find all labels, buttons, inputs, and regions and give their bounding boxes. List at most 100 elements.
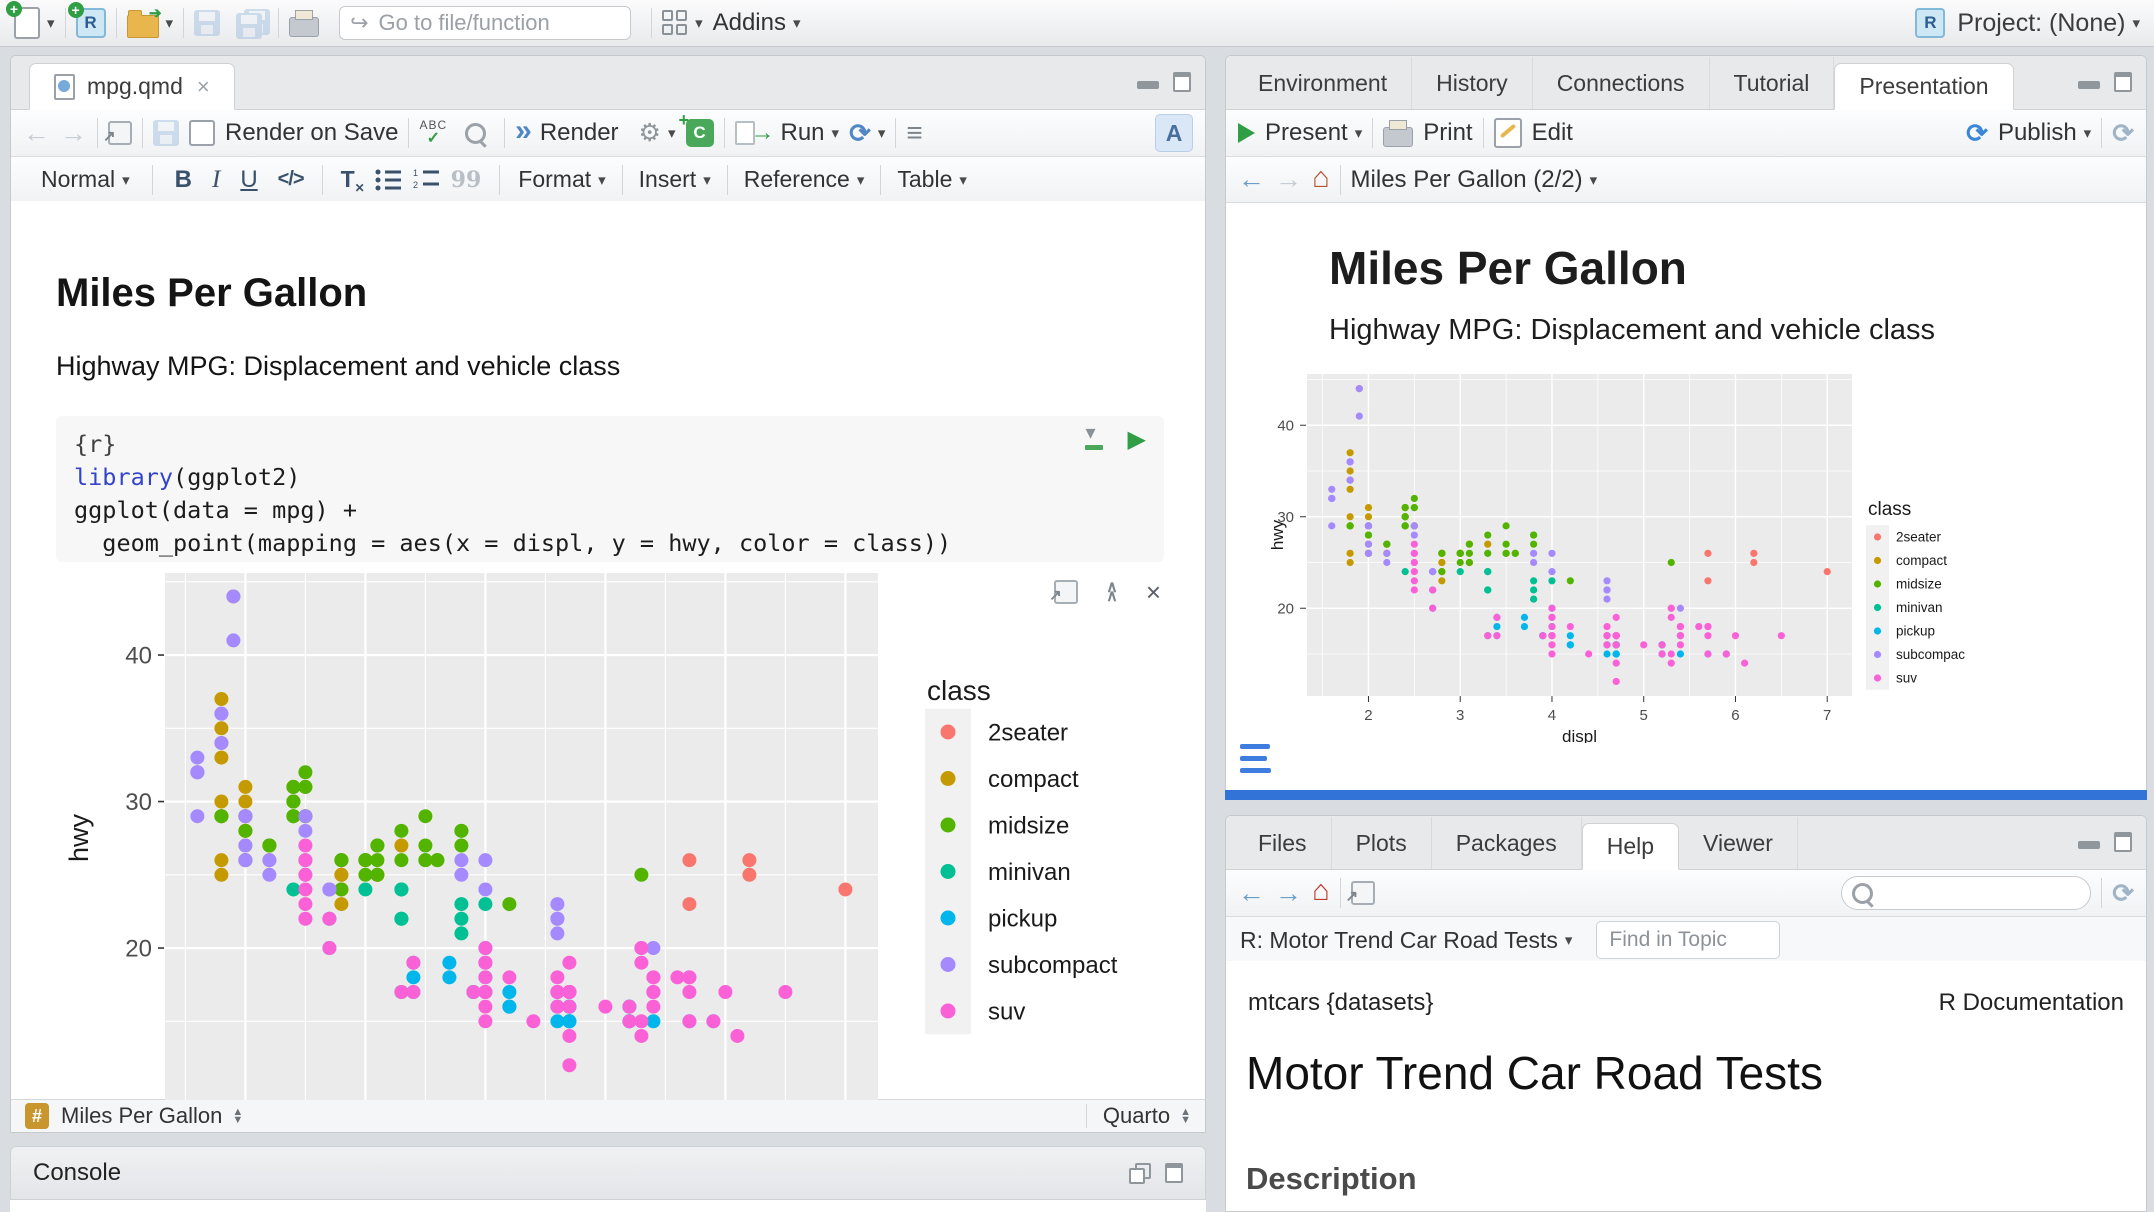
tab-help[interactable]: Help <box>1582 823 1679 870</box>
open-file-caret-icon[interactable]: ▾ <box>166 14 174 32</box>
edit-button[interactable]: Edit <box>1532 119 1573 147</box>
open-file-icon[interactable] <box>127 15 159 38</box>
doc-mode-selector[interactable]: Quarto <box>1103 1103 1170 1129</box>
table-menu[interactable]: Table <box>897 166 952 193</box>
find-in-topic-input[interactable] <box>1596 921 1780 959</box>
bullet-list-icon[interactable] <box>375 168 403 192</box>
print-button[interactable]: Print <box>1423 119 1472 147</box>
render-on-save-checkbox[interactable] <box>189 120 215 146</box>
slide-selector-caret-icon[interactable]: ▾ <box>1590 171 1598 189</box>
section-selector[interactable]: Miles Per Gallon <box>61 1103 222 1129</box>
rerun-caret-icon[interactable]: ▾ <box>878 124 886 142</box>
slide-back-icon[interactable]: ← <box>1238 166 1265 193</box>
insert-chunk-icon[interactable]: C <box>686 119 714 147</box>
new-file-caret-icon[interactable]: ▾ <box>47 14 55 32</box>
run-button[interactable]: Run <box>781 119 825 147</box>
format-caret-icon[interactable]: ▾ <box>598 171 606 189</box>
render-icon[interactable]: » <box>515 116 532 146</box>
tab-packages[interactable]: Packages <box>1432 817 1582 869</box>
search-icon[interactable] <box>465 123 486 144</box>
help-popout-icon[interactable] <box>1351 881 1375 905</box>
console-maximize-icon[interactable] <box>1165 1163 1183 1183</box>
console-restore-icon[interactable] <box>1129 1163 1149 1181</box>
rerun-icon[interactable]: ⟳ <box>849 118 871 149</box>
forward-icon[interactable]: → <box>60 120 87 147</box>
rb-minimize-icon[interactable] <box>2078 832 2100 849</box>
minimize-pane-icon[interactable] <box>1137 72 1159 89</box>
print-icon[interactable] <box>289 17 319 37</box>
outline-icon[interactable]: ≡ <box>906 117 922 149</box>
run-chunk-icon[interactable]: ▶ <box>1128 428 1146 452</box>
save-doc-icon[interactable] <box>153 120 179 146</box>
italic-button[interactable]: I <box>212 166 220 194</box>
topic-caret-icon[interactable]: ▾ <box>1565 931 1573 949</box>
project-caret-icon[interactable]: ▾ <box>2132 14 2140 32</box>
new-project-button[interactable]: R+ <box>76 8 106 38</box>
chunk-code[interactable]: {r}library(ggplot2)ggplot(data = mpg) + … <box>74 428 1146 560</box>
tab-mpg-qmd[interactable]: mpg.qmd × <box>29 63 235 110</box>
help-home-icon[interactable]: ⌂ <box>1312 877 1330 906</box>
tab-viewer[interactable]: Viewer <box>1679 817 1798 869</box>
run-icon[interactable]: → <box>735 119 775 147</box>
console-header[interactable]: Console <box>10 1146 1206 1200</box>
slide-selector[interactable]: Miles Per Gallon (2/2) <box>1351 166 1583 194</box>
edit-icon[interactable] <box>1494 118 1522 148</box>
blockquote-icon[interactable]: 99 <box>451 167 482 193</box>
present-play-icon[interactable] <box>1238 123 1255 143</box>
rb-maximize-icon[interactable] <box>2114 832 2132 852</box>
clear-formatting-icon[interactable]: T <box>341 166 355 193</box>
insert-caret-icon[interactable]: ▾ <box>703 171 711 189</box>
back-icon[interactable]: ← <box>23 120 50 147</box>
render-options-caret-icon[interactable]: ▾ <box>668 124 676 142</box>
format-menu[interactable]: Format <box>518 166 591 193</box>
bold-button[interactable]: B <box>175 166 192 194</box>
run-caret-icon[interactable]: ▾ <box>832 124 840 142</box>
publish-caret-icon[interactable]: ▾ <box>2084 124 2092 142</box>
render-button[interactable]: Render <box>540 119 619 147</box>
topic-selector[interactable]: R: Motor Trend Car Road Tests <box>1240 927 1558 954</box>
table-caret-icon[interactable]: ▾ <box>959 171 967 189</box>
project-menu[interactable]: Project: (None) <box>1957 9 2125 38</box>
help-forward-icon[interactable]: → <box>1275 880 1302 907</box>
tab-presentation[interactable]: Presentation <box>1834 63 2013 110</box>
pane-layout-caret-icon[interactable]: ▾ <box>695 14 703 32</box>
reference-menu[interactable]: Reference <box>744 166 850 193</box>
open-in-window-icon[interactable] <box>108 121 132 145</box>
code-chunk[interactable]: {r}library(ggplot2)ggplot(data = mpg) + … <box>56 416 1164 562</box>
publish-button[interactable]: Publish <box>1998 119 2077 147</box>
goto-file-search[interactable]: ↪ <box>339 6 631 40</box>
reference-caret-icon[interactable]: ▾ <box>857 171 865 189</box>
help-search-input[interactable] <box>1881 880 2080 906</box>
visual-editor-toggle[interactable]: A <box>1155 114 1193 152</box>
present-button[interactable]: Present <box>1265 119 1348 147</box>
presentation-print-icon[interactable] <box>1383 127 1413 147</box>
tab-connections[interactable]: Connections <box>1533 57 1710 109</box>
addins-caret-icon[interactable]: ▾ <box>793 14 801 32</box>
tab-tutorial[interactable]: Tutorial <box>1710 57 1835 109</box>
help-search-box[interactable] <box>1841 876 2091 910</box>
slide-home-icon[interactable]: ⌂ <box>1312 164 1330 193</box>
gear-icon[interactable]: ⚙ <box>639 118 661 148</box>
slide-menu-icon[interactable] <box>1240 744 1272 780</box>
pane-resize-bar[interactable] <box>1225 790 2147 800</box>
publish-icon[interactable]: ⟳ <box>1966 118 1988 149</box>
new-file-button[interactable]: + <box>14 7 40 39</box>
section-updown-icon[interactable]: ▲▼ <box>232 1108 243 1124</box>
help-back-icon[interactable]: ← <box>1238 880 1265 907</box>
present-caret-icon[interactable]: ▾ <box>1355 124 1363 142</box>
presentation-refresh-icon[interactable]: ⟳ <box>2112 118 2134 149</box>
tab-files[interactable]: Files <box>1234 817 1332 869</box>
goto-file-input[interactable] <box>377 9 621 37</box>
rt-maximize-icon[interactable] <box>2114 72 2132 92</box>
slide-forward-icon[interactable]: → <box>1275 166 1302 193</box>
spellcheck-icon[interactable]: ABC✓ <box>419 119 447 147</box>
help-refresh-icon[interactable]: ⟳ <box>2112 878 2134 909</box>
tab-history[interactable]: History <box>1412 57 1533 109</box>
paragraph-style-select[interactable]: Normal <box>41 166 115 193</box>
pane-layout-icon[interactable] <box>662 10 688 36</box>
tab-plots[interactable]: Plots <box>1332 817 1432 869</box>
numbered-list-icon[interactable]: 12 <box>413 168 441 192</box>
render-on-save-label[interactable]: Render on Save <box>225 119 398 147</box>
run-chunks-above-icon[interactable] <box>1084 428 1106 452</box>
tab-environment[interactable]: Environment <box>1234 57 1412 109</box>
